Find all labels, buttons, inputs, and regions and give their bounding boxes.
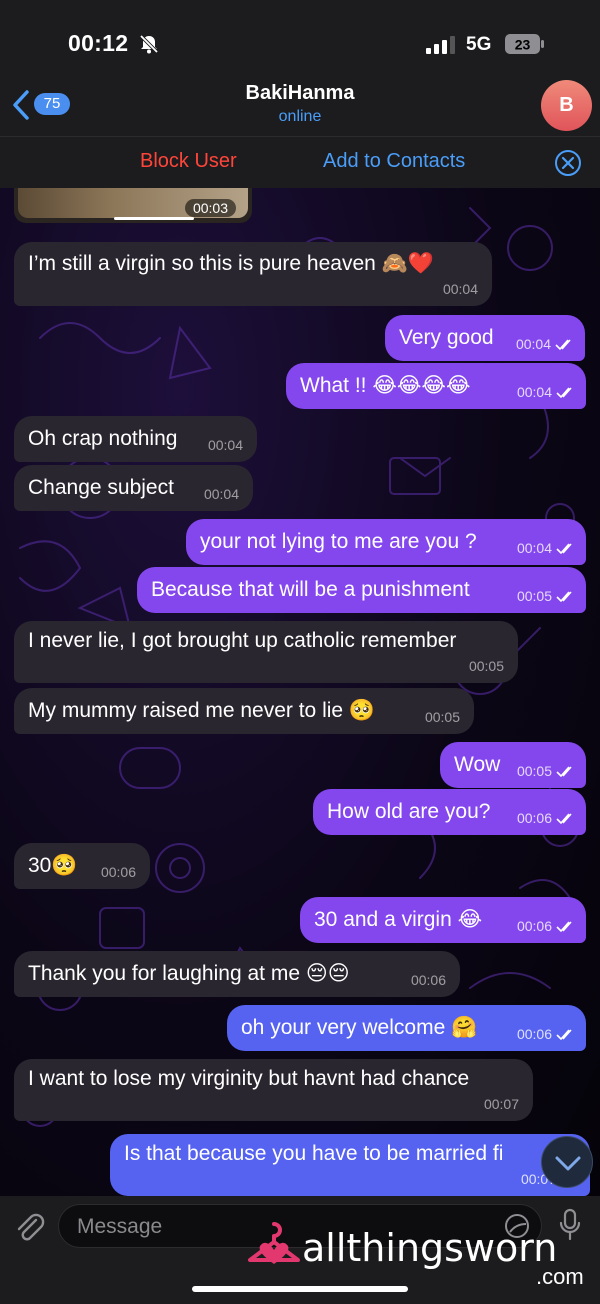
network-type: 5G [466,34,492,55]
message-time: 00:06 [516,810,552,826]
message-time: 00:06 [516,1026,552,1042]
message-outgoing[interactable]: oh your very welcome 🤗 00:06 [227,1005,586,1051]
message-text: 30🥺 [28,854,78,877]
chevron-down-icon [555,1156,581,1171]
message-text: I want to lose my virginity but havnt ha… [28,1067,470,1090]
message-text: Very good [399,326,494,349]
read-checkmarks-icon [556,921,572,933]
close-circle-icon[interactable] [554,149,582,177]
message-outgoing[interactable]: your not lying to me are you ? 00:04 [186,519,586,565]
read-checkmarks-icon [556,591,572,603]
message-text: What !! 😂😂😂😂 [300,374,471,397]
message-text: 30 and a virgin 😂 [314,908,483,931]
message-list[interactable]: 00:03 I’m still a virgin so this is pure… [0,188,600,1196]
battery-icon: 23 [505,34,544,54]
message-text: Is that because you have to be married f… [124,1142,504,1165]
message-outgoing[interactable]: Is that because you have to be married f… [110,1134,590,1196]
message-text: My mummy raised me never to lie 🥺 [28,699,376,722]
message-incoming[interactable]: My mummy raised me never to lie 🥺 00:05 [14,688,474,734]
message-time: 00:06 [410,972,446,988]
signal-icon [426,36,455,54]
chat-header: 75 BakiHanma online B [0,80,600,136]
read-checkmarks-icon [556,766,572,778]
scroll-to-bottom-button[interactable] [541,1136,593,1188]
hanger-logo-icon [248,1222,300,1264]
paperclip-icon[interactable] [12,1210,46,1244]
message-outgoing[interactable]: How old are you? 00:06 [313,789,586,835]
video-attachment[interactable]: 00:03 [14,188,252,223]
status-bar: 00:12 5G 23 [0,0,600,80]
message-outgoing[interactable]: 30 and a virgin 😂 00:06 [300,897,586,943]
message-text: Wow [454,753,501,776]
message-incoming[interactable]: I want to lose my virginity but havnt ha… [14,1059,533,1121]
message-outgoing[interactable]: What !! 😂😂😂😂 00:04 [286,363,586,409]
message-text: I’m still a virgin so this is pure heave… [28,252,434,275]
message-time: 00:04 [516,384,552,400]
read-checkmarks-icon [556,1029,572,1041]
read-checkmarks-icon [556,543,572,555]
message-text: I never lie, I got brought up catholic r… [28,629,457,652]
message-text: Thank you for laughing at me 😔😔 [28,962,350,985]
bell-slash-icon [139,34,159,54]
battery-level: 23 [515,37,531,53]
contact-action-bar: Block User Add to Contacts [0,136,600,188]
clock: 00:12 [68,30,129,56]
message-incoming[interactable]: I never lie, I got brought up catholic r… [14,621,518,683]
message-time: 00:04 [516,540,552,556]
message-outgoing[interactable]: Very good 00:04 [385,315,585,361]
video-duration: 00:03 [184,199,236,217]
message-incoming[interactable]: Change subject 00:04 [14,465,253,511]
message-text: oh your very welcome 🤗 [241,1016,478,1039]
message-text: Change subject [28,476,174,499]
message-time: 00:04 [207,437,243,453]
message-incoming[interactable]: Thank you for laughing at me 😔😔 00:06 [14,951,460,997]
home-indicator[interactable] [192,1286,408,1292]
message-time: 00:05 [424,709,460,725]
avatar[interactable]: B [541,80,592,131]
read-checkmarks-icon [556,387,572,399]
message-outgoing[interactable]: Because that will be a punishment 00:05 [137,567,586,613]
video-progress [114,217,194,220]
message-time: 00:04 [203,486,239,502]
message-time: 00:06 [100,864,136,880]
message-text: your not lying to me are you ? [200,530,477,553]
message-incoming[interactable]: I’m still a virgin so this is pure heave… [14,242,492,306]
message-outgoing[interactable]: Wow 00:05 [440,742,586,788]
message-time: 00:06 [516,918,552,934]
message-text: Oh crap nothing [28,427,178,450]
message-time: 00:04 [515,336,551,352]
watermark-suffix: .com [536,1264,584,1289]
watermark: allthingsworn .com [246,1220,596,1294]
message-text: Because that will be a punishment [151,578,470,601]
message-text: How old are you? [327,800,491,823]
message-time: 00:05 [468,658,504,674]
message-time: 00:05 [516,588,552,604]
contact-name[interactable]: BakiHanma [0,82,600,105]
read-checkmarks-icon [555,339,571,351]
message-time: 00:05 [516,763,552,779]
message-incoming[interactable]: 30🥺 00:06 [14,843,150,889]
message-time: 00:07 [483,1096,519,1112]
read-checkmarks-icon [556,813,572,825]
message-placeholder: Message [77,1215,163,1238]
add-to-contacts-button[interactable]: Add to Contacts [323,150,465,173]
message-incoming[interactable]: Oh crap nothing 00:04 [14,416,257,462]
block-user-button[interactable]: Block User [140,150,237,173]
watermark-text: allthingsworn [302,1226,558,1270]
message-time: 00:04 [442,281,478,297]
contact-status: online [278,108,322,125]
